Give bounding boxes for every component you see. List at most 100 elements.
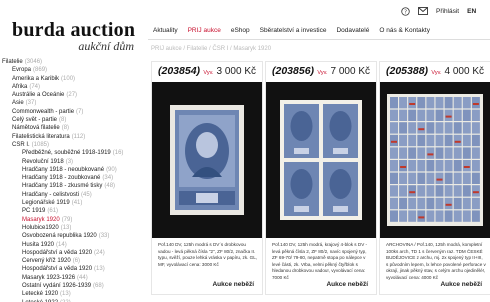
category-count: (6) (72, 258, 81, 265)
auction-status-button[interactable]: Aukce neběží (326, 281, 368, 288)
lot-description: Pof.140 DV, 125h modrá s DV´s drobkovou … (158, 242, 258, 267)
category-item[interactable]: Amerika a Karibik (100) (2, 75, 142, 83)
nav-item[interactable]: Aktuality (148, 27, 183, 34)
category-item[interactable]: Hradčany - celistvosti (45) (2, 191, 142, 199)
category-item[interactable]: Hradčany 1918 - zoubkované (34) (2, 174, 142, 182)
category-count: (79) (61, 216, 73, 223)
auction-status-button[interactable]: Aukce neběží (440, 281, 482, 288)
category-item[interactable]: Filatelistická literatura (112) (2, 133, 142, 141)
reserve-label: Vyv. (317, 69, 328, 76)
category-label: Filatelistická literatura (12, 133, 70, 140)
lot-description: ARCHOVINA / Pof.140, 125h modrá, komplet… (386, 242, 486, 280)
category-item[interactable]: Hradčany 1918 - zkusmé tisky (48) (2, 182, 142, 190)
category-count: (61) (47, 208, 59, 215)
category-count: (45) (81, 191, 92, 198)
category-item[interactable]: Osvobozená republika 1920 (33) (2, 232, 142, 240)
category-item[interactable]: Hospodářství a věda 1920 (24) (2, 249, 142, 257)
nav-item[interactable]: PRIJ aukce (183, 27, 226, 34)
category-label: Osvobozená republika 1920 (22, 233, 97, 240)
lot-price: 4 000 Kč (444, 65, 484, 77)
category-item[interactable]: Letecké 1920 (13) (2, 290, 142, 298)
category-item[interactable]: Evropa (869) (2, 66, 142, 74)
category-label: Letecké 1920 (22, 291, 59, 298)
nav-item[interactable]: Sběratelství a investice (255, 27, 332, 34)
category-item[interactable]: Červený kříž 1920 (6) (2, 257, 142, 265)
lot-number[interactable]: (205388) (386, 65, 428, 77)
breadcrumb: PRIJ aukce / Filatelie / ČSR I / Masaryk… (151, 46, 272, 52)
lot-number[interactable]: (203856) (272, 65, 314, 77)
category-label: Filatelie (2, 59, 23, 65)
category-item[interactable]: Masaryk 1923-1926 (44) (2, 274, 142, 282)
nav-item[interactable]: Dodavatelé (331, 27, 374, 34)
category-label: Hospodářství a věda 1920 (22, 249, 93, 256)
reserve-label: Vyv. (431, 69, 442, 76)
category-item[interactable]: Revoluční 1918 (3) (2, 158, 142, 166)
category-item[interactable]: Ostatní vydání 1926-1939 (68) (2, 282, 142, 290)
category-count: (112) (71, 133, 86, 140)
logo-main-text: burda auction (12, 19, 136, 41)
category-item[interactable]: Letecké 1922(22) (2, 299, 142, 302)
main-nav: Aktuality PRIJ aukce eShop Sběratelství a i… (148, 22, 490, 40)
category-label: Hospodářství a věda 1920 (22, 266, 93, 273)
svg-text:?: ? (404, 9, 407, 15)
auction-status-button[interactable]: Aukce neběží (212, 281, 254, 288)
category-label: Masaryk 1920 (22, 216, 60, 223)
category-label: Evropa (12, 67, 32, 74)
category-item[interactable]: Filatelie (3046) (2, 58, 142, 66)
category-count: (24) (94, 249, 105, 256)
category-label: PČ 1919 (22, 208, 46, 215)
lot-card[interactable]: (203854) Vyv. 3 000 Kč Pof.140 DV, 125h … (151, 61, 263, 295)
login-link[interactable]: Přihlásit (436, 8, 459, 15)
category-count: (16) (112, 150, 124, 157)
category-count: (33) (98, 233, 110, 240)
category-item[interactable]: Legionářské 1919 (41) (2, 199, 142, 207)
category-count: (13) (60, 291, 71, 298)
category-label: ČSR I. (12, 141, 30, 148)
category-label: Legionářské 1919 (22, 200, 70, 207)
category-item[interactable]: Námětová filatelie (8) (2, 124, 142, 132)
stamp-sheet-image[interactable] (380, 82, 490, 238)
category-label: Předběžné, souběžné 1918-1919 (22, 150, 111, 157)
category-count: (7) (76, 108, 84, 115)
category-count: (13) (94, 266, 105, 273)
category-count: (90) (106, 166, 117, 173)
stamp-image[interactable] (152, 82, 262, 238)
nav-item[interactable]: O nás & Kontakty (374, 27, 435, 34)
lot-price: 3 000 Kč (216, 65, 256, 77)
category-item[interactable]: Hradčany 1918 - neoubkované (90) (2, 166, 142, 174)
lot-number[interactable]: (203854) (158, 65, 200, 77)
category-item[interactable]: Asie (37) (2, 99, 142, 107)
category-label: Masaryk 1923-1926 (22, 274, 76, 281)
category-item[interactable]: Předběžné, souběžné 1918-1919 (16) (2, 149, 142, 157)
stamp-block-image[interactable] (266, 82, 376, 238)
category-item[interactable]: Husita 1920 (14) (2, 241, 142, 249)
site-logo[interactable]: burda auction aukční dům (12, 20, 140, 53)
category-label: Asie (12, 100, 24, 107)
category-label: Ostatní vydání 1926-1939 (22, 283, 92, 290)
category-count: (8) (61, 125, 70, 132)
category-item[interactable]: PČ 1919 (61) (2, 207, 142, 215)
category-item[interactable]: Holubice1920 (13) (2, 224, 142, 232)
category-count: (37) (25, 100, 37, 107)
category-item[interactable]: ČSR I. (1085) (2, 141, 142, 149)
category-item[interactable]: Austrálie a Oceánie (27) (2, 91, 142, 99)
category-item[interactable]: Celý svět - partie (8) (2, 116, 142, 124)
lot-card[interactable]: (203856) Vyv. 7 000 Kč Pof.140 DV, 125h … (265, 61, 377, 295)
category-label: Červený kříž 1920 (22, 258, 71, 265)
category-item[interactable]: Commonwealth - partie (7) (2, 108, 142, 116)
mail-icon[interactable] (418, 6, 428, 16)
category-label: Hradčany 1918 - zoubkované (22, 175, 101, 182)
category-item[interactable]: Hospodářství a věda 1920 (13) (2, 265, 142, 273)
nav-item[interactable]: eShop (226, 27, 255, 34)
category-count: (3046) (24, 59, 43, 65)
language-switch[interactable]: EN (467, 8, 476, 15)
category-count: (14) (56, 241, 67, 248)
lot-card[interactable]: (205388) Vyv. 4 000 Kč ARCHOVINA / Pof.1… (379, 61, 490, 295)
category-count: (1085) (31, 141, 50, 148)
question-icon[interactable]: ? (400, 6, 410, 16)
category-tree: Filatelie (3046) Evropa (869) Amerika a Kari… (2, 58, 142, 302)
category-item[interactable]: Masaryk 1920 (79) (2, 216, 142, 224)
category-count: (48) (104, 183, 116, 190)
category-item[interactable]: Afrika (74) (2, 83, 142, 91)
category-count: (27) (66, 92, 78, 99)
